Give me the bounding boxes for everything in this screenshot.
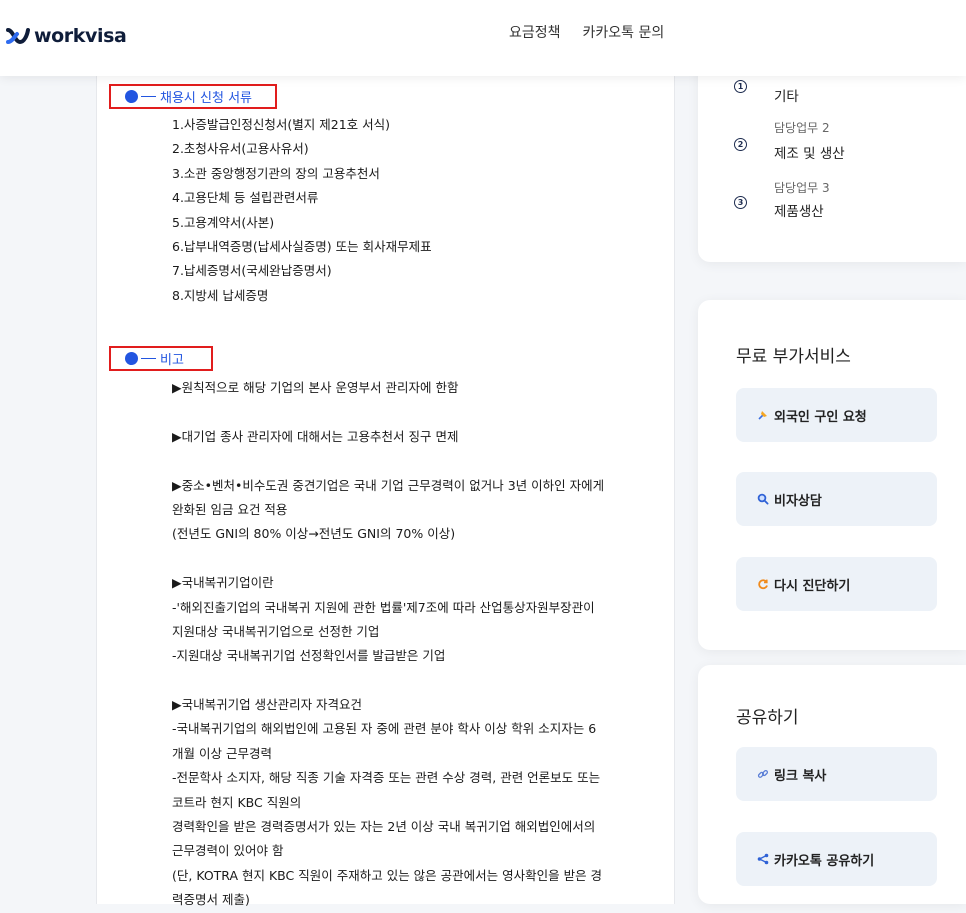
brand-name: workvisa xyxy=(34,25,127,47)
note-line: 개월 이상 근무경력 xyxy=(172,745,272,761)
list-item: 6.납부내역증명(납세사실증명) 또는 회사재무제표 xyxy=(172,239,432,255)
duty-1-value: 기타 xyxy=(774,89,799,105)
kakao-share-button[interactable]: 카카오톡 공유하기 xyxy=(736,832,937,886)
note-line: 지원대상 국내복귀기업으로 선정한 기업 xyxy=(172,623,380,639)
list-item: 4.고용단체 등 설립관련서류 xyxy=(172,190,319,206)
foreign-hiring-request-button[interactable]: 외국인 구인 요청 xyxy=(736,388,937,442)
note-line: ▶원칙적으로 해당 기업의 본사 운영부서 관리자에 한함 xyxy=(172,380,459,395)
share-title: 공유하기 xyxy=(736,708,799,728)
note-spacer xyxy=(172,449,642,473)
notes-heading: 비고 xyxy=(109,346,213,371)
note-line: 력증명서 제출) xyxy=(172,892,250,908)
top-nav: 요금정책 카카오톡 문의 xyxy=(509,22,664,42)
circled-two-icon: 2 xyxy=(734,138,747,151)
visa-consultation-button[interactable]: 비자상담 xyxy=(736,472,937,526)
pin-icon xyxy=(756,409,770,421)
note-line: ▶대기업 종사 관리자에 대해서는 고용추천서 징구 면제 xyxy=(172,428,459,444)
top-header: workvisa 요금정책 카카오톡 문의 xyxy=(0,0,966,76)
bullet-dot-icon xyxy=(125,352,138,365)
circled-one-icon: 1 xyxy=(734,80,747,93)
documents-heading: 채용시 신청 서류 xyxy=(109,84,277,109)
nav-kakao-inquiry[interactable]: 카카오톡 문의 xyxy=(583,22,665,42)
logo-mark-icon xyxy=(6,28,30,44)
note-line: ▶국내복귀기업 생산관리자 자격요건 xyxy=(172,697,363,713)
note-line: (단, KOTRA 현지 KBC 직원이 주재하고 있는 않은 공관에서는 영사… xyxy=(172,867,603,883)
duty-number-2: 2 xyxy=(734,138,747,151)
share-icon xyxy=(756,853,770,865)
list-item: 5.고용계약서(사본) xyxy=(172,214,275,230)
rediagnose-label: 다시 진단하기 xyxy=(774,578,851,594)
bullet-dash xyxy=(141,96,156,97)
nav-pricing[interactable]: 요금정책 xyxy=(509,22,561,42)
notes-body: ▶원칙적으로 해당 기업의 본사 운영부서 관리자에 한함 ▶대기업 종사 관리… xyxy=(172,376,642,913)
list-item: 8.지방세 납세증명 xyxy=(172,287,269,303)
list-item: 7.납세증명서(국세완납증명서) xyxy=(172,263,332,279)
bullet-dot-icon xyxy=(125,90,138,103)
note-spacer xyxy=(172,400,642,424)
visa-consultation-label: 비자상담 xyxy=(774,493,822,509)
link-icon xyxy=(756,768,770,780)
duty-3-value: 제품생산 xyxy=(774,204,824,220)
note-line: ▶국내복귀기업이란 xyxy=(172,575,274,591)
documents-heading-text: 채용시 신청 서류 xyxy=(160,91,252,106)
note-line: ▶중소•벤처•비수도권 중견기업은 국내 기업 근무경력이 없거나 3년 이하인… xyxy=(172,477,605,493)
copy-link-button[interactable]: 링크 복사 xyxy=(736,747,937,801)
note-line: 경력확인을 받은 경력증명서가 있는 자는 2년 이상 국내 복귀기업 해외법인… xyxy=(172,819,596,835)
duty-3-label: 담당업무 3 xyxy=(774,181,830,195)
list-item: 1.사증발급인정신청서(별지 제21호 서식) xyxy=(172,117,391,132)
note-line: -'해외진출기업의 국내복귀 지원에 관한 법률'제7조에 따라 산업통상자원부… xyxy=(172,599,595,615)
brand-logo[interactable]: workvisa xyxy=(6,24,127,48)
duty-number-3: 3 xyxy=(734,196,747,209)
duty-2-label: 담당업무 2 xyxy=(774,121,830,135)
note-line: 근무경력이 있어야 함 xyxy=(172,843,284,859)
kakao-share-label: 카카오톡 공유하기 xyxy=(774,853,875,869)
note-spacer xyxy=(172,547,642,571)
note-line: -지원대상 국내복귀기업 선정확인서를 발급받은 기업 xyxy=(172,648,446,664)
list-item: 2.초청사유서(고용사유서) xyxy=(172,141,309,157)
duty-2-value: 제조 및 생산 xyxy=(774,146,845,162)
note-spacer xyxy=(172,669,642,693)
foreign-hiring-request-label: 외국인 구인 요청 xyxy=(774,409,867,425)
notes-heading-text: 비고 xyxy=(160,353,184,368)
documents-list: 1.사증발급인정신청서(별지 제21호 서식) 2.초청사유서(고용사유서) 3… xyxy=(172,113,432,308)
list-item: 3.소관 중앙행정기관의 장의 고용추천서 xyxy=(172,165,380,181)
circled-three-icon: 3 xyxy=(734,196,747,209)
refresh-icon xyxy=(756,578,770,590)
rediagnose-button[interactable]: 다시 진단하기 xyxy=(736,557,937,611)
note-line: -국내복귀기업의 해외법인에 고용된 자 중에 관련 분야 학사 이상 학위 소… xyxy=(172,721,597,737)
copy-link-label: 링크 복사 xyxy=(774,768,827,784)
duty-number-1: 1 xyxy=(734,80,747,93)
bullet-dash xyxy=(141,358,156,359)
note-line: 완화된 임금 요건 적용 xyxy=(172,501,288,517)
note-line: (전년도 GNI의 80% 이상→전년도 GNI의 70% 이상) xyxy=(172,526,456,542)
services-title: 무료 부가서비스 xyxy=(736,347,851,367)
note-line: 코트라 현지 KBC 직원의 xyxy=(172,794,302,810)
search-icon xyxy=(756,493,770,505)
note-line: -전문학사 소지자, 해당 직종 기술 자격증 또는 관련 수상 경력, 관련 … xyxy=(172,770,601,786)
